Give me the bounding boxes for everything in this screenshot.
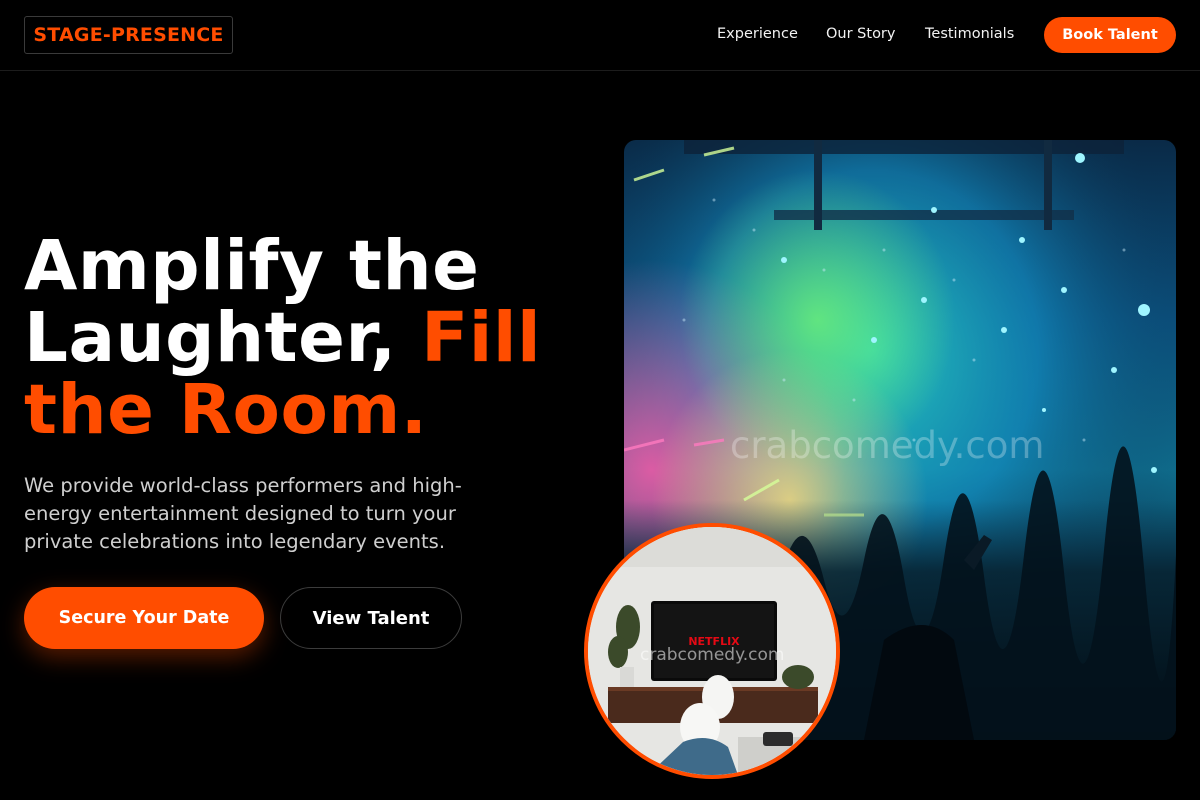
- hero-headline: Amplify the Laughter, Fill the Room.: [24, 230, 604, 446]
- headline-line-2: Laughter,: [24, 298, 422, 378]
- nav-link-our-story[interactable]: Our Story: [826, 26, 895, 42]
- inset-watermark: crabcomedy.com: [640, 645, 785, 665]
- view-talent-button[interactable]: View Talent: [280, 587, 462, 649]
- nav-link-testimonials[interactable]: Testimonials: [925, 26, 1014, 42]
- site-header: STAGE-PRESENCE Experience Our Story Test…: [0, 0, 1200, 71]
- concert-watermark: crabcomedy.com: [730, 424, 1045, 467]
- headline-accent-room: the Room.: [24, 370, 428, 450]
- nav-link-experience[interactable]: Experience: [717, 26, 798, 42]
- site-logo[interactable]: STAGE-PRESENCE: [24, 16, 233, 54]
- headline-accent-fill: Fill: [421, 298, 542, 378]
- secure-date-button[interactable]: Secure Your Date: [24, 587, 264, 649]
- living-room-inset-image: NETFLIX crabcomedy.com: [584, 523, 840, 779]
- headline-line-1: Amplify the: [24, 226, 480, 306]
- hero-description: We provide world-class performers and hi…: [24, 474, 462, 553]
- book-talent-button[interactable]: Book Talent: [1044, 17, 1176, 53]
